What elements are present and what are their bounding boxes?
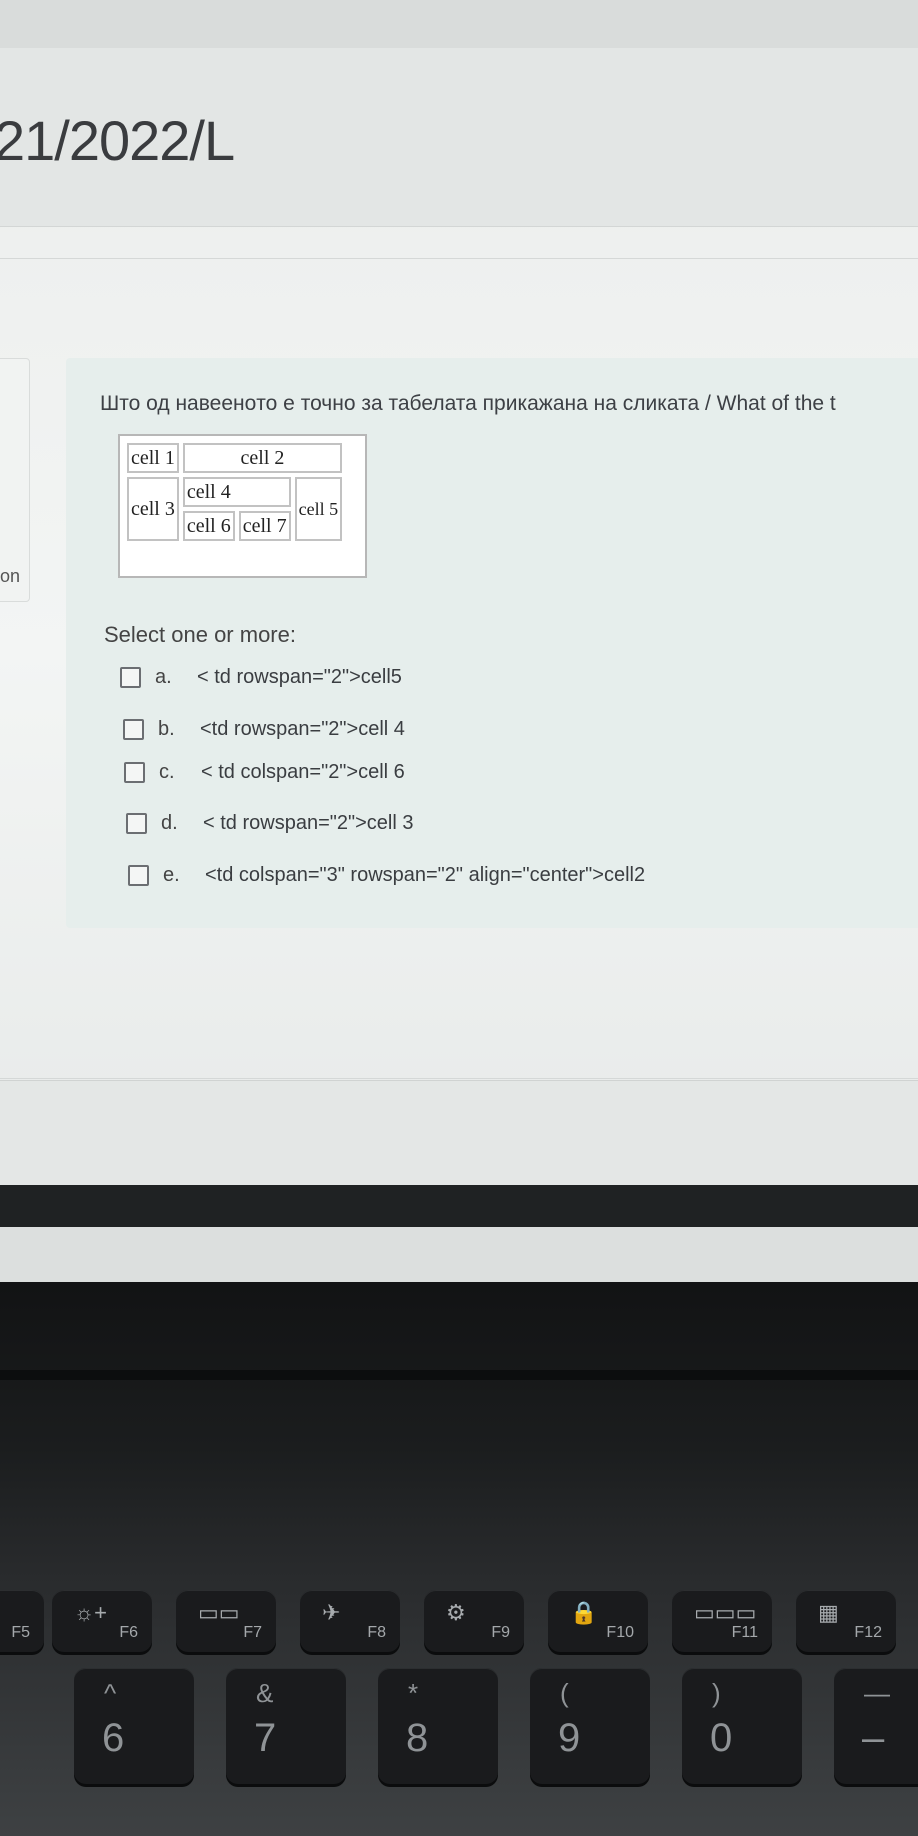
key-7[interactable]: & 7: [226, 1668, 346, 1784]
airplane-mode-icon: ✈: [322, 1600, 341, 1625]
answer-option-e[interactable]: e. <td colspan="3" rowspan="2" align="ce…: [128, 860, 645, 890]
keyboard-backlight-icon: ▭▭▭: [694, 1600, 757, 1625]
key-f9[interactable]: ⚙ F9: [424, 1590, 524, 1652]
calculator-icon: ▦: [818, 1600, 839, 1625]
browser-top-strip: [0, 0, 918, 49]
option-text: <td rowspan="2">cell 4: [200, 717, 405, 740]
browser-screen: 21/2022/L on Што од навеенoто е точно за…: [0, 0, 918, 1185]
key-label: F6: [119, 1624, 138, 1641]
key-digit: 7: [254, 1716, 277, 1760]
key-digit: 8: [406, 1716, 429, 1760]
checkbox[interactable]: [126, 812, 147, 834]
answer-option-d[interactable]: d. < td rowspan="2">cell 3: [126, 808, 413, 838]
key-symbol: (: [560, 1678, 569, 1708]
key-f5[interactable]: F5: [0, 1590, 44, 1652]
table-cell-4: cell 4: [182, 477, 291, 507]
table-cell-1: cell 1: [127, 443, 179, 473]
checkbox[interactable]: [120, 666, 141, 688]
laptop-hinge: [0, 1370, 918, 1380]
key-label: F10: [606, 1624, 634, 1641]
table-cell-2: cell 2: [182, 443, 343, 473]
table-cell-3: cell 3: [127, 477, 179, 541]
answer-option-a[interactable]: a. < td rowspan="2">cell5: [120, 662, 402, 692]
checkbox[interactable]: [124, 761, 145, 783]
key-label: F12: [854, 1624, 882, 1641]
question-text: Што од навеенoто е точно за табелата при…: [100, 392, 836, 415]
key-label: F9: [491, 1624, 510, 1641]
option-letter: d.: [161, 811, 178, 834]
key-0[interactable]: ) 0: [682, 1668, 802, 1784]
option-letter: b.: [158, 717, 175, 740]
checkbox[interactable]: [128, 864, 149, 886]
key-label: F5: [11, 1624, 30, 1641]
key-label: F11: [731, 1624, 758, 1641]
key-f12[interactable]: ▦ F12: [796, 1590, 896, 1652]
key-digit: 0: [710, 1716, 733, 1760]
key-digit: 6: [102, 1716, 125, 1760]
key-minus[interactable]: — –: [834, 1668, 918, 1784]
answer-option-c[interactable]: c. < td colspan="2">cell 6: [124, 757, 405, 787]
brightness-up-icon: ☼+: [74, 1600, 108, 1625]
figure-table: cell 1 cell 2 cell 3 cell 4 cell 5 cell …: [123, 439, 346, 545]
key-f10[interactable]: 🔒 F10: [548, 1590, 648, 1652]
settings-gear-icon: ⚙: [446, 1600, 466, 1625]
question-figure-table: cell 1 cell 2 cell 3 cell 4 cell 5 cell …: [118, 434, 367, 578]
key-symbol: &: [256, 1678, 274, 1708]
key-f6[interactable]: ☼+ F6: [52, 1590, 152, 1652]
lock-icon: 🔒: [570, 1600, 598, 1625]
divider: [0, 258, 918, 259]
checkbox[interactable]: [123, 718, 144, 740]
key-symbol: ): [712, 1678, 721, 1708]
screen-bezel: [0, 1185, 918, 1227]
option-letter: a.: [155, 665, 172, 688]
table-cell-6: cell 6: [182, 511, 235, 541]
divider: [0, 1078, 918, 1079]
key-label: F7: [243, 1624, 262, 1641]
page-footer: [0, 1080, 918, 1185]
option-letter: e.: [163, 863, 180, 886]
key-8[interactable]: * 8: [378, 1668, 498, 1784]
key-digit: 9: [558, 1716, 581, 1760]
key-symbol: ^: [104, 1678, 117, 1708]
key-symbol: *: [408, 1678, 419, 1708]
key-6[interactable]: ^ 6: [74, 1668, 194, 1784]
option-text: <td colspan="3" rowspan="2" align="cente…: [205, 863, 646, 886]
page-title: 21/2022/L: [0, 109, 235, 172]
option-text: < td rowspan="2">cell5: [197, 665, 402, 688]
display-switch-icon: ▭▭: [198, 1600, 240, 1625]
key-9[interactable]: ( 9: [530, 1668, 650, 1784]
option-text: < td rowspan="2">cell 3: [203, 811, 414, 834]
key-digit: –: [862, 1716, 885, 1760]
key-symbol: —: [864, 1678, 890, 1708]
answer-option-b[interactable]: b. <td rowspan="2">cell 4: [123, 714, 405, 744]
key-f8[interactable]: ✈ F8: [300, 1590, 400, 1652]
navigation-label: on: [0, 566, 21, 586]
key-f7[interactable]: ▭▭ F7: [176, 1590, 276, 1652]
option-letter: c.: [159, 760, 175, 783]
select-instruction: Select one or more:: [104, 622, 296, 647]
screen-bottom-edge: [0, 1227, 918, 1282]
table-cell-7: cell 7: [238, 511, 291, 541]
key-label: F8: [367, 1624, 386, 1641]
table-cell-5: cell 5: [294, 477, 343, 541]
option-text: < td colspan="2">cell 6: [201, 760, 405, 783]
key-f11[interactable]: ▭▭▭ F11: [672, 1590, 772, 1652]
